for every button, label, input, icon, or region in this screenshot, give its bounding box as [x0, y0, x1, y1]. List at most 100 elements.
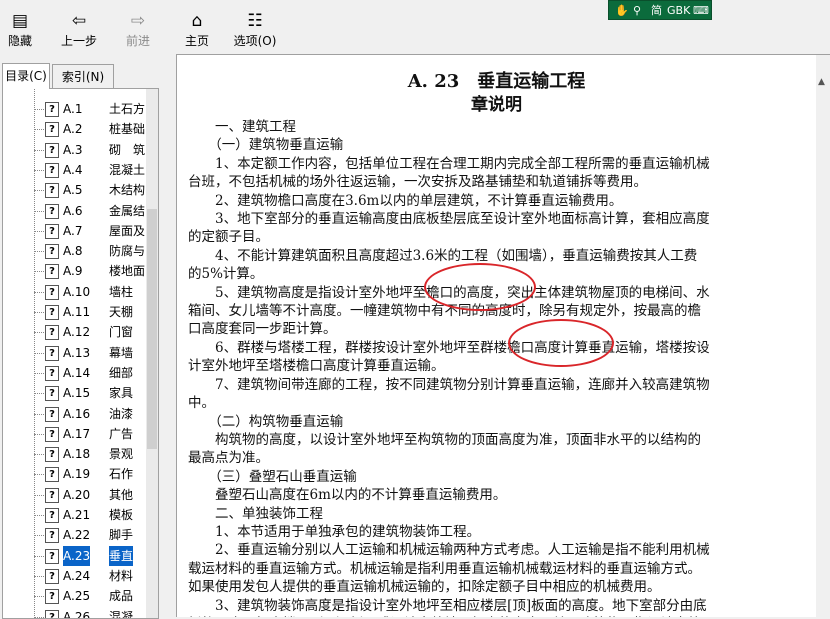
tree-connector	[34, 373, 44, 374]
tree-item[interactable]: ?A.5木结构	[29, 180, 157, 200]
forward-button[interactable]: ⇨ 前进	[113, 10, 163, 49]
hand-icon[interactable]: ✋	[615, 1, 629, 21]
home-button[interactable]: ⌂ 主页	[172, 10, 222, 49]
help-topic-icon: ?	[45, 427, 59, 442]
tree-item-title: 脚手	[109, 525, 133, 545]
tree-item[interactable]: ?A.6金属结	[29, 201, 157, 221]
options-button[interactable]: ☷ 选项(O)	[230, 10, 280, 49]
tree-item-code: A.2	[63, 119, 82, 139]
tree-item[interactable]: ?A.13幕墙	[29, 343, 157, 363]
text-line: 1、本定额工作内容，包括单位工程在合理工期内完成全部工程所需的垂直运输机械	[188, 155, 805, 173]
tree-item[interactable]: ?A.8防腐与	[29, 241, 157, 261]
tree-item-title: 其他	[109, 485, 133, 505]
help-topic-icon: ?	[45, 305, 59, 320]
scroll-up-arrow-icon[interactable]: ▲	[818, 77, 825, 87]
tree-item-title: 细部	[109, 363, 133, 383]
tree-item[interactable]: ?A.9楼地面	[29, 261, 157, 281]
tree-connector	[34, 474, 44, 475]
tree-connector	[34, 312, 44, 313]
tree-item-code: A.26	[63, 607, 90, 619]
tree-item-code: A.20	[63, 485, 90, 505]
tree-item[interactable]: ? A.14 细部	[29, 363, 157, 383]
tree-item[interactable]: ?A.10墙柱	[29, 282, 157, 302]
hide-button[interactable]: ▤ 隐藏	[0, 10, 45, 49]
tree-item[interactable]: ?A.25成品	[29, 586, 157, 606]
hide-icon: ▤	[0, 10, 45, 32]
ime-status-bar[interactable]: ✋ ⚲ 简 GBK ⌨	[608, 0, 712, 20]
tree-item-code: A.16	[63, 404, 90, 424]
tree-connector	[34, 515, 44, 516]
text-line: （一）建筑物垂直运输	[188, 136, 805, 154]
text-line: 最高点为准。	[188, 449, 805, 467]
help-topic-icon: ?	[45, 143, 59, 158]
page-subtitle: 章说明	[188, 94, 805, 116]
content-scrollbar[interactable]: ▲	[816, 55, 830, 617]
tree-item[interactable]: ?A.15家具	[29, 383, 157, 403]
tree-item[interactable]: ?A.4混凝土	[29, 160, 157, 180]
help-topic-icon: ?	[45, 549, 59, 564]
text-line: 一、建筑工程	[188, 118, 805, 136]
tree-item-code: A.23	[63, 546, 90, 566]
contents-tree[interactable]: ?A.1土石方?A.2桩基础?A.3砌 筑?A.4混凝土?A.5木结构?A.6金…	[2, 88, 159, 619]
tree-connector	[34, 150, 44, 151]
ime-mode-simplified[interactable]: 简	[651, 1, 662, 21]
tab-contents[interactable]: 目录(C)	[2, 63, 50, 89]
tree-connector	[34, 231, 44, 232]
text-line: 口高度套同一步距计算。	[188, 320, 805, 338]
text-line: 3、建筑物装饰高度是指设计室外地坪至相应楼层[顶]板面的高度。地下室部分由底	[188, 597, 805, 615]
tree-item[interactable]: ?A.26混凝	[29, 607, 157, 619]
tree-scrollbar-thumb[interactable]	[147, 209, 157, 449]
tree-connector	[34, 495, 44, 496]
tree-item-code: A.1	[63, 99, 82, 119]
tree-item[interactable]: ?A.12门窗	[29, 322, 157, 342]
tree-item[interactable]: ?A.11天棚	[29, 302, 157, 322]
tree-item[interactable]: ?A.21模板	[29, 505, 157, 525]
help-topic-icon: ?	[45, 122, 59, 137]
tree-item[interactable]: ?A.1土石方	[29, 99, 157, 119]
tree-item[interactable]: ?A.16油漆	[29, 404, 157, 424]
tree-item-code: A.12	[63, 322, 90, 342]
keyboard-icon[interactable]: ⌨	[693, 1, 709, 21]
tree-item[interactable]: ?A.22脚手	[29, 525, 157, 545]
tree-item-title: 砌 筑	[109, 140, 145, 160]
tree-item-title: 成品	[109, 586, 133, 606]
tree-connector	[34, 434, 44, 435]
tree-connector	[34, 271, 44, 272]
navigation-pane: 目录(C) 索引(N) ?A.1土石方?A.2桩基础?A.3砌 筑?A.4混凝土…	[0, 58, 170, 617]
tree-scrollbar[interactable]	[146, 89, 158, 618]
tree-connector	[34, 576, 44, 577]
tree-item[interactable]: ?A.23垂直	[29, 546, 157, 566]
tree-item-code: A.21	[63, 505, 90, 525]
tree-item-code: A.4	[63, 160, 82, 180]
search-icon[interactable]: ⚲	[633, 1, 641, 21]
tree-item-code: A.22	[63, 525, 90, 545]
ime-mode-charset[interactable]: GBK	[667, 1, 690, 21]
tree-connector	[34, 211, 44, 212]
help-topic-icon: ?	[45, 285, 59, 300]
tree-item[interactable]: ?A.7屋面及	[29, 221, 157, 241]
tree-item[interactable]: ?A.19石作	[29, 464, 157, 484]
help-topic-icon: ?	[45, 366, 59, 381]
tree-item-code: A.14	[63, 363, 90, 383]
tree-item-title: 模板	[109, 505, 133, 525]
tree-item[interactable]: ?A.20其他	[29, 485, 157, 505]
tree-item[interactable]: ?A.17广告	[29, 424, 157, 444]
tree-item-title: 楼地面	[109, 261, 145, 281]
tree-item[interactable]: ?A.24材料	[29, 566, 157, 586]
highlight-oval	[508, 319, 614, 367]
tab-index[interactable]: 索引(N)	[52, 64, 114, 88]
back-button[interactable]: ⇦ 上一步	[54, 10, 104, 49]
tree-item-title: 材料	[109, 566, 133, 586]
arrow-right-icon: ⇨	[113, 10, 163, 32]
tree-item-code: A.6	[63, 201, 82, 221]
tree-item[interactable]: ?A.2桩基础	[29, 119, 157, 139]
help-topic-icon: ?	[45, 589, 59, 604]
tree-item[interactable]: ?A.3砌 筑	[29, 140, 157, 160]
tree-item-code: A.17	[63, 424, 90, 444]
text-line: 7、建筑物间带连廊的工程，按不同建筑物分别计算垂直运输，连廊并入较高建筑物	[188, 376, 805, 394]
tree-item[interactable]: ?A.18景观	[29, 444, 157, 464]
help-topic-icon: ?	[45, 163, 59, 178]
tree-item-code: A.24	[63, 566, 90, 586]
tree-connector	[34, 129, 44, 130]
tree-connector	[34, 535, 44, 536]
